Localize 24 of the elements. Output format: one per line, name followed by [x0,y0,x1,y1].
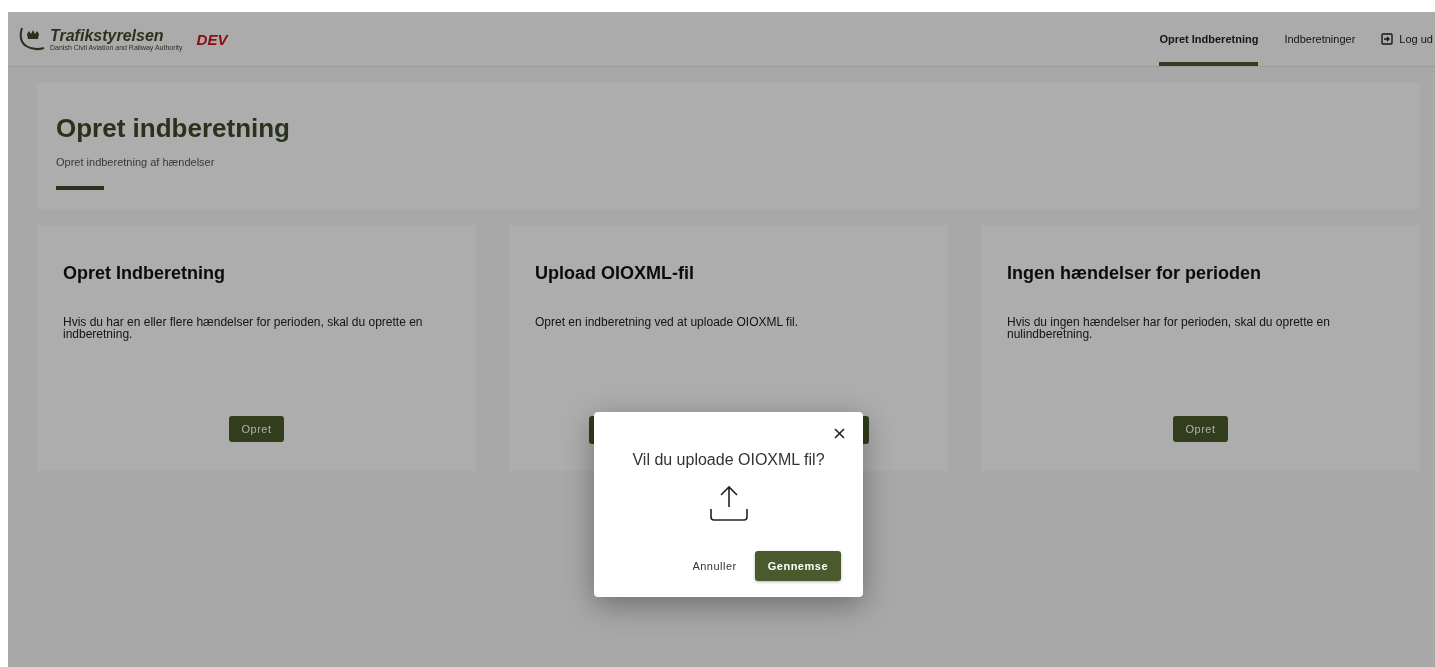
environment-label: DEV [196,30,228,48]
card-title: Opret Indberetning [63,263,226,284]
logout-link[interactable]: Log ud [1381,12,1435,66]
close-button[interactable] [834,428,845,439]
card-description: Opret en indberetning ved at uploade OIOXML fil. [535,316,800,331]
title-underline [56,186,104,190]
page-subtitle: Opret indberetning af hændelser [56,156,215,168]
logout-icon [1381,33,1394,45]
cancel-button[interactable]: Annuller [686,559,743,573]
create-button[interactable]: Opret [229,416,284,442]
card-description: Hvis du har en eller flere hændelser for perioden, skal du oprette en indberetning. [63,316,424,343]
page-title: Opret indberetning [56,113,290,144]
nav-tab[interactable]: Indberetninger [1284,12,1356,66]
upload-icon [708,483,749,523]
nav-tab[interactable]: Opret Indberetning [1159,12,1259,66]
card-title: Upload OIOXML-fil [535,263,695,284]
dialog-question: Vil du uploade OIOXML fil? [632,451,825,469]
card-title: Ingen hændelser for perioden [1007,263,1263,284]
create-button[interactable]: Opret [1173,416,1228,442]
crown-logo-icon [18,26,46,52]
close-icon [834,428,845,439]
logo-name: Trafikstyrelsen [50,27,165,44]
browse-button[interactable]: Gennemse [754,551,841,581]
card-description: Hvis du ingen hændelser har for perioden, skal du oprette en nulindberetning. [1007,316,1331,343]
